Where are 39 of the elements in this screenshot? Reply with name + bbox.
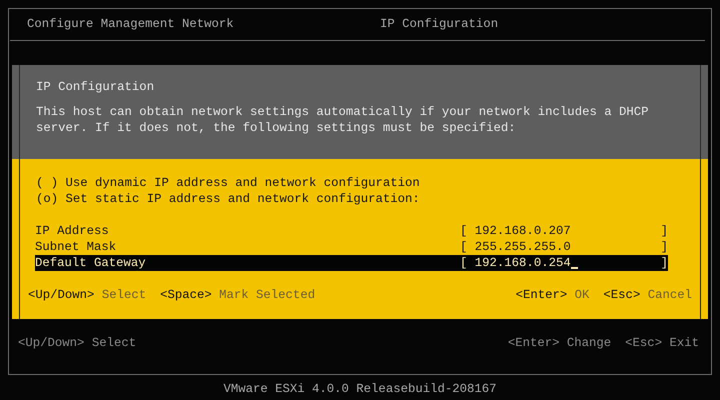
field-row[interactable]: Default Gateway [ 192.168.0.254 ] [35,255,668,271]
bracket: [ [460,255,468,271]
key-hint: <Space> [160,287,212,303]
field-label: Default Gateway [35,255,146,271]
radio-marker[interactable]: ( ) [36,175,58,191]
key-hint: <Up/Down> [28,287,94,303]
key-hint: <Esc> [603,287,640,303]
field-value: 255.255.255.0 [474,239,571,255]
hint-action: Cancel [648,287,692,303]
bracket: ] [660,239,668,255]
text-cursor [571,267,578,269]
hint-action: Select [92,335,136,351]
key-hint: <Up/Down> [18,335,84,351]
hint-action: Exit [669,335,699,351]
key-hint: <Enter> [508,335,560,351]
field-row[interactable]: Subnet Mask [ 255.255.255.0 ] [35,239,668,255]
key-hint: <Esc> [625,335,662,351]
bracket: [ [460,223,468,239]
dialog-title: IP Configuration [36,79,156,95]
hint-action: Select [102,287,146,303]
field-value: 192.168.0.254 [474,255,571,271]
option-label[interactable]: Set static IP address and network configuration: [66,191,420,207]
field-value: 192.168.0.207 [474,223,571,239]
screen-title: Configure Management Network [27,16,235,33]
field-row[interactable]: IP Address [ 192.168.0.207 ] [35,223,668,239]
bracket: ] [660,255,668,271]
hint-action: OK [574,287,590,303]
field-label: Subnet Mask [35,239,116,255]
radio-marker[interactable]: (o) [36,191,58,207]
field-label: IP Address [35,223,109,239]
key-hint: <Enter> [516,287,568,303]
version-text: VMware ESXi 4.0.0 Releasebuild-208167 [222,381,498,397]
hint-action: Change [566,335,612,351]
description-text: This host can obtain network settings automatically if your network includes a DHCP server. If it does not, the following settings must be specified: [36,104,650,136]
option-label[interactable]: Use dynamic IP address and network configuration [66,175,420,191]
bracket: ] [660,223,668,239]
hint-action: Mark Selected [219,287,316,303]
section-title: IP Configuration [380,16,498,33]
bracket: [ [460,239,468,255]
